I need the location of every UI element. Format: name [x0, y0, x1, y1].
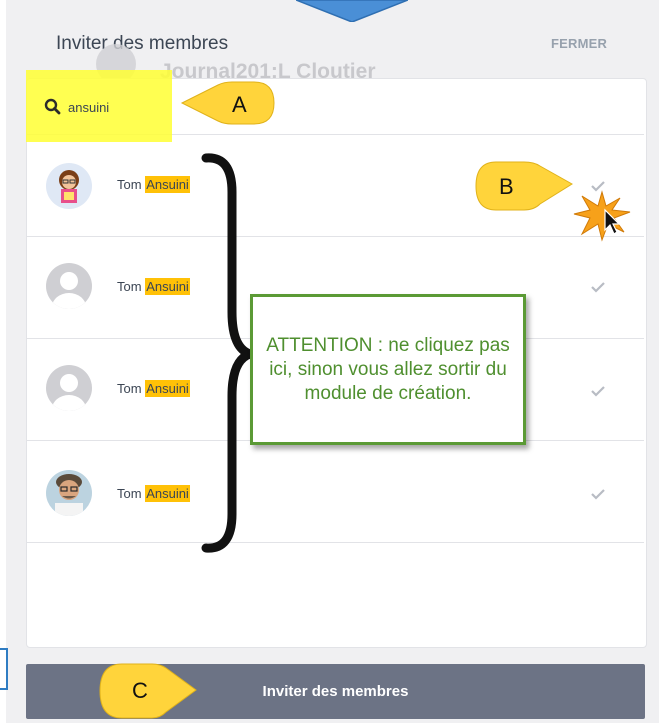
- close-button[interactable]: FERMER: [551, 36, 607, 51]
- member-name: Tom Ansuini: [117, 278, 190, 295]
- blue-arrow-shape: [296, 0, 408, 22]
- photo-avatar: [46, 470, 92, 516]
- check-icon[interactable]: [590, 281, 606, 293]
- callout-a-label: A: [232, 92, 247, 117]
- default-avatar: [46, 263, 92, 309]
- check-icon[interactable]: [590, 385, 606, 397]
- default-avatar: [46, 365, 92, 411]
- callout-c-shape: [99, 663, 197, 719]
- member-name: Tom Ansuini: [117, 176, 190, 193]
- callout-a-shape: [180, 81, 275, 125]
- curly-brace-shape: [201, 153, 254, 553]
- search-icon: [44, 98, 61, 115]
- warning-callout: ATTENTION : ne cliquez pas ici, sinon vo…: [250, 294, 526, 445]
- callout-b-label: B: [499, 174, 514, 199]
- click-burst-icon: [573, 190, 631, 242]
- cartoon-avatar: [46, 163, 92, 209]
- edge-marker: [0, 648, 8, 690]
- modal-title: Inviter des membres: [56, 33, 229, 54]
- callout-b-shape: [475, 161, 573, 211]
- mouse-cursor-icon: [604, 208, 621, 235]
- callout-c-label: C: [132, 678, 148, 703]
- member-name: Tom Ansuini: [117, 380, 190, 397]
- member-name: Tom Ansuini: [117, 485, 190, 502]
- check-icon[interactable]: [590, 488, 606, 500]
